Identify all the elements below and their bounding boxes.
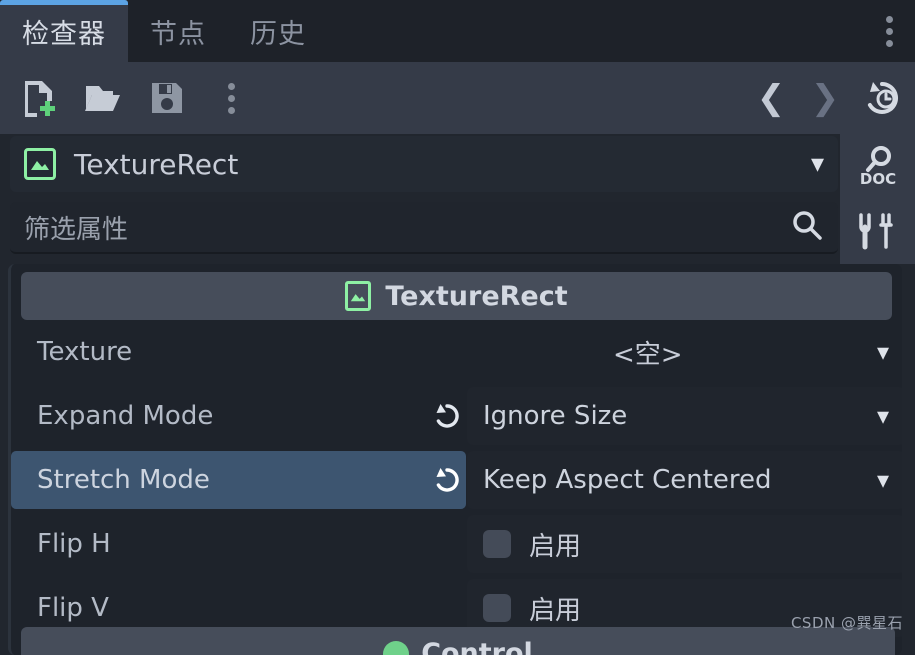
- history-icon[interactable]: [855, 71, 909, 125]
- property-value-expand-mode[interactable]: Ignore Size ▾: [467, 387, 902, 445]
- folder-open-icon[interactable]: [76, 71, 130, 125]
- property-row-texture: Texture <空> ▾: [11, 320, 902, 384]
- section-header-control-inner: Control: [383, 638, 533, 655]
- inspector-right-rail: DOC: [840, 134, 915, 264]
- revert-icon[interactable]: [429, 462, 465, 498]
- filter-properties-input[interactable]: 筛选属性: [10, 202, 838, 254]
- stretch-mode-value: Keep Aspect Centered: [483, 465, 772, 495]
- tab-node-label: 节点: [150, 18, 206, 50]
- tab-node[interactable]: 节点: [128, 0, 228, 62]
- search-doc-icon[interactable]: DOC: [849, 138, 907, 196]
- property-list: TextureRect Texture <空> ▾ Expand Mode Ig…: [8, 264, 902, 655]
- inspector-toolbar: ❮ ❯: [0, 62, 915, 134]
- tab-bar: 检查器 节点 历史: [0, 0, 915, 62]
- property-value-flip-h[interactable]: 启用: [467, 515, 902, 573]
- node-selector-label: TextureRect: [74, 147, 239, 181]
- more-vertical-icon[interactable]: [863, 0, 915, 62]
- toolbar-left-group: [0, 71, 258, 125]
- save-icon[interactable]: [140, 71, 194, 125]
- section-header-control[interactable]: Control: [21, 627, 895, 655]
- svg-text:DOC: DOC: [859, 170, 895, 188]
- tab-history[interactable]: 历史: [228, 0, 328, 62]
- section-title: Control: [421, 638, 533, 655]
- chevron-down-icon[interactable]: ▾: [811, 149, 824, 179]
- node-selector[interactable]: TextureRect ▾: [10, 136, 838, 192]
- more-vertical-icon[interactable]: [204, 71, 258, 125]
- section-title: TextureRect: [385, 280, 568, 312]
- chevron-down-icon[interactable]: ▾: [877, 466, 889, 494]
- property-label: Stretch Mode: [11, 451, 466, 509]
- texture-rect-icon: [345, 281, 372, 311]
- flip-v-label: 启用: [529, 595, 582, 626]
- dot: [885, 27, 893, 35]
- dot: [227, 82, 235, 90]
- toolbar-right-group: ❮ ❯: [747, 62, 909, 134]
- new-resource-icon[interactable]: [12, 71, 66, 125]
- property-label: Texture: [37, 337, 133, 367]
- filter-placeholder: 筛选属性: [24, 214, 129, 245]
- property-label: Flip H: [37, 529, 111, 559]
- flip-v-checkbox[interactable]: [483, 594, 511, 622]
- flip-h-label: 启用: [529, 531, 582, 562]
- expand-mode-value: Ignore Size: [483, 401, 628, 431]
- texture-value-text: <空>: [613, 339, 683, 370]
- property-row-expand-mode: Expand Mode Ignore Size ▾: [11, 384, 902, 448]
- texture-rect-icon: [24, 148, 56, 180]
- property-label: Expand Mode: [37, 401, 214, 431]
- property-row-stretch-mode: Stretch Mode Keep Aspect Centered ▾: [11, 448, 902, 512]
- dot: [885, 39, 893, 47]
- tab-history-label: 历史: [250, 18, 306, 50]
- tab-inspector-label: 检查器: [22, 18, 106, 50]
- revert-icon[interactable]: [429, 398, 465, 434]
- property-value-stretch-mode[interactable]: Keep Aspect Centered ▾: [467, 451, 902, 509]
- property-value-texture[interactable]: <空> ▾: [467, 323, 902, 381]
- dot: [227, 106, 235, 114]
- dot: [885, 15, 893, 23]
- chevron-right-icon[interactable]: ❯: [801, 71, 849, 125]
- chevron-left-icon[interactable]: ❮: [747, 71, 795, 125]
- flip-h-checkbox[interactable]: [483, 530, 511, 558]
- dot: [227, 94, 235, 102]
- search-icon[interactable]: [790, 208, 824, 246]
- inspector-panel: 检查器 节点 历史 ❮ ❯ DOC TextureRect ▾ 筛选属性 Tex…: [0, 0, 915, 655]
- property-row-flip-h: Flip H 启用: [11, 512, 902, 576]
- chevron-down-icon[interactable]: ▾: [877, 338, 889, 366]
- chevron-down-icon[interactable]: ▾: [877, 402, 889, 430]
- section-header-texturerect[interactable]: TextureRect: [21, 272, 892, 320]
- tools-icon[interactable]: [849, 202, 907, 260]
- control-icon: [383, 640, 410, 655]
- tab-inspector[interactable]: 检查器: [0, 0, 128, 62]
